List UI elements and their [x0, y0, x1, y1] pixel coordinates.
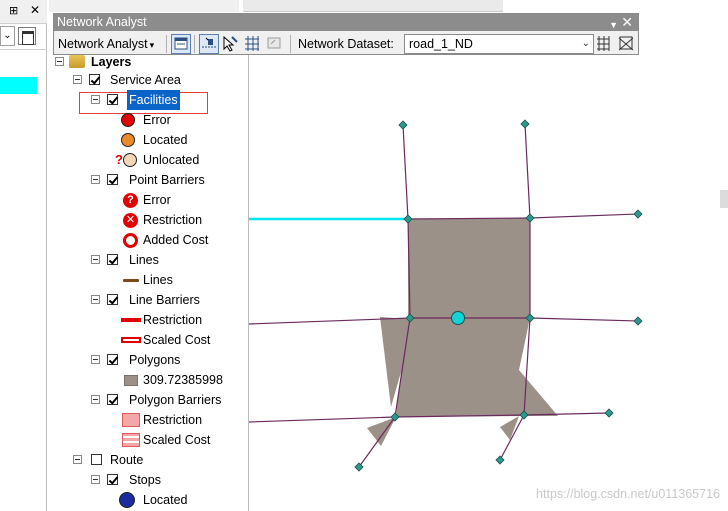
stops-checkbox[interactable] — [107, 474, 118, 485]
service-area-polygon — [500, 416, 519, 440]
watermark: https://blog.csdn.net/u011365716 — [536, 487, 720, 501]
selected-row-highlight — [0, 77, 37, 94]
network-analyst-window-button[interactable] — [171, 34, 191, 54]
collapse-icon[interactable] — [91, 295, 100, 304]
collapse-icon[interactable] — [73, 455, 82, 464]
collapse-icon[interactable] — [73, 75, 82, 84]
added-cost-symbol-icon — [123, 233, 138, 248]
select-move-location-tool[interactable] — [221, 34, 241, 54]
stops-label: Stops — [129, 473, 161, 487]
service-area-checkbox[interactable] — [89, 74, 100, 85]
collapse-icon[interactable] — [91, 95, 100, 104]
line-barriers-label: Line Barriers — [129, 293, 200, 307]
collapse-icon[interactable] — [91, 395, 100, 404]
background-toolbar — [243, 0, 503, 12]
junction-node — [633, 316, 643, 326]
window-icon[interactable] — [18, 27, 36, 45]
directions-icon[interactable] — [265, 34, 285, 54]
network-analyst-toolbar: Network Analyst ▼ ✕ Network Analyst ▾ Net… — [53, 13, 639, 55]
network-identify-icon[interactable] — [617, 34, 637, 54]
located-symbol-icon — [121, 133, 135, 147]
toc-header — [49, 0, 239, 12]
build-network-icon[interactable] — [243, 34, 263, 54]
restriction-line-icon — [121, 318, 141, 322]
road-line — [529, 213, 639, 219]
table-of-contents: Layers Service Area Facilities Error Loc… — [47, 0, 243, 511]
restriction-polygon-icon — [122, 413, 140, 427]
toolbar-options-icon[interactable]: ▼ — [609, 17, 618, 34]
point-barriers-label: Point Barriers — [129, 173, 205, 187]
dropdown-arrow-icon: ▾ — [149, 40, 155, 50]
close-icon[interactable]: ✕ — [621, 14, 633, 31]
collapse-icon[interactable] — [55, 57, 64, 66]
facility-point[interactable] — [451, 311, 465, 325]
route-checkbox[interactable] — [91, 454, 102, 465]
close-icon[interactable]: ✕ — [30, 3, 40, 17]
collapse-icon[interactable] — [91, 475, 100, 484]
line-symbol-icon — [123, 279, 139, 282]
pin-icon[interactable]: ⊞ — [9, 4, 18, 17]
facilities-checkbox[interactable] — [107, 94, 118, 105]
create-network-location-tool[interactable] — [199, 34, 219, 54]
point-barriers-checkbox[interactable] — [107, 174, 118, 185]
road-line — [529, 317, 639, 322]
collapse-icon[interactable] — [91, 355, 100, 364]
junction-node — [604, 408, 614, 418]
unlocated-symbol-icon — [123, 153, 137, 167]
scaled-cost-line-icon — [121, 337, 141, 343]
build-network-dataset-icon[interactable] — [595, 34, 615, 54]
left-dropdown[interactable]: ⌄ — [0, 26, 15, 46]
lines-label: Lines — [129, 253, 159, 267]
question-mark-icon: ? — [115, 152, 123, 167]
road-line — [249, 416, 396, 423]
polygon-fill-icon — [124, 375, 138, 386]
toolbar-title-bar[interactable]: Network Analyst ▼ ✕ — [54, 14, 638, 31]
map-view[interactable]: https://blog.csdn.net/u011365716 — [248, 55, 728, 511]
network-analyst-menu[interactable]: Network Analyst ▾ — [58, 35, 154, 53]
polygons-checkbox[interactable] — [107, 354, 118, 365]
line-barriers-checkbox[interactable] — [107, 294, 118, 305]
error-symbol-icon: ? — [123, 193, 138, 208]
chevron-down-icon: ⌄ — [581, 38, 590, 49]
collapse-icon[interactable] — [91, 255, 100, 264]
route-label: Route — [110, 453, 144, 467]
junction-node — [495, 455, 505, 465]
junction-node — [520, 119, 530, 129]
road-line — [524, 123, 531, 219]
service-area-label: Service Area — [110, 73, 181, 87]
network-dataset-dropdown[interactable]: road_1_ND ⌄ — [404, 34, 594, 54]
polygon-barriers-checkbox[interactable] — [107, 394, 118, 405]
map-scroll-indicator[interactable] — [720, 190, 728, 208]
polygon-barriers-label: Polygon Barriers — [129, 393, 222, 407]
restriction-symbol-icon: ✕ — [123, 213, 138, 228]
layers-label: Layers — [91, 55, 132, 69]
stop-located-icon — [119, 492, 135, 508]
error-symbol-icon — [121, 113, 135, 127]
junction-node — [633, 209, 643, 219]
facilities-label: Facilities — [127, 90, 180, 110]
junction-node — [354, 462, 364, 472]
lines-checkbox[interactable] — [107, 254, 118, 265]
left-panel-header: ⊞ ✕ — [0, 0, 47, 24]
network-dataset-label: Network Dataset: — [298, 37, 394, 51]
toolbar-title: Network Analyst — [57, 15, 147, 29]
road-line — [402, 124, 409, 220]
polygons-label: Polygons — [129, 353, 181, 367]
junction-node — [398, 120, 408, 130]
collapse-icon[interactable] — [91, 175, 100, 184]
layers-icon — [69, 55, 85, 68]
scaled-cost-polygon-icon — [122, 433, 140, 447]
map-canvas[interactable] — [249, 55, 728, 511]
left-docked-panel: ⊞ ✕ ⌄ — [0, 0, 47, 511]
